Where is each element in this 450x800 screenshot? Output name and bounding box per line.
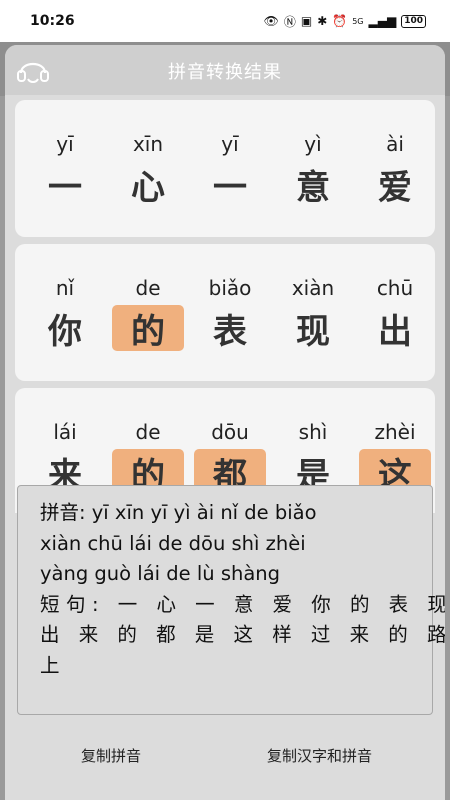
pinyin-text: xiàn [291, 276, 335, 300]
pinyin-text: yì [304, 132, 322, 156]
copy-pinyin-button[interactable]: 复制拼音 [81, 745, 141, 766]
result-line-sentence-2: 出 来 的 都 是 这 样 过 来 的 路 [40, 623, 445, 646]
bluetooth-icon: ✱ [317, 14, 328, 28]
hanzi-text: 爱 [378, 167, 412, 208]
hanzi-box: 一 [29, 161, 101, 208]
vibrate-icon: ▣ [300, 14, 313, 28]
result-text-box[interactable]: 拼音: yī xīn yī yì ài nǐ de biǎo xiàn chū … [17, 485, 445, 715]
sheet-header: 拼音转换结果 [5, 45, 445, 95]
signal-label: 5G [352, 16, 364, 26]
pinyin-text: de [135, 276, 161, 300]
pinyin-text: zhèi [374, 420, 416, 444]
hanzi-text: 意 [296, 167, 330, 208]
hanzi-box: 心 [112, 161, 184, 208]
pinyin-text: chū [376, 276, 414, 300]
status-time: 10:26 [30, 13, 75, 29]
result-line-pinyin-3: yàng guò lái de lù shàng [40, 562, 281, 585]
pinyin-text: dōu [211, 420, 249, 444]
hanzi-text: 的 [131, 311, 165, 352]
hanzi-highlight: 的 [112, 305, 184, 352]
result-sheet: 拼音转换结果 yī 一 xīn 心 yī 一 yì 意 ài 爱 nǐ 你 de 的 biǎo 表 xiàn 现 c… [5, 45, 445, 800]
hanzi-text: 一 [48, 167, 82, 208]
pinyin-text: xīn [132, 132, 164, 156]
hanzi-box: 出 [359, 305, 431, 352]
pinyin-text: de [135, 420, 161, 444]
hanzi-text: 现 [296, 311, 330, 352]
hanzi-text: 出 [378, 311, 412, 352]
status-icons: 👁 Ⓝ ▣ ✱ ⏰ 5G ▂▄▆ 100 [264, 13, 426, 30]
pinyin-text: nǐ [55, 276, 75, 300]
pinyin-text: lái [53, 420, 77, 444]
signal-icon: ▂▄▆ [368, 14, 397, 28]
copy-hanzi-pinyin-button[interactable]: 复制汉字和拼音 [267, 745, 372, 766]
hanzi-box: 一 [194, 161, 266, 208]
hanzi-box: 你 [29, 305, 101, 352]
nfc-icon: Ⓝ [283, 14, 296, 29]
hanzi-box: 现 [277, 305, 349, 352]
status-bar: 10:26 👁 Ⓝ ▣ ✱ ⏰ 5G ▂▄▆ 100 [0, 0, 450, 42]
result-line-pinyin-1: 拼音: yī xīn yī yì ài nǐ de biǎo [40, 501, 317, 524]
hanzi-box: 爱 [359, 161, 431, 208]
hanzi-box: 表 [194, 305, 266, 352]
hanzi-text: 心 [131, 167, 165, 208]
pinyin-text: shì [298, 420, 328, 444]
eye-icon: 👁 [263, 14, 279, 28]
hanzi-text: 一 [213, 167, 247, 208]
result-line-sentence-3: 上 [40, 653, 67, 677]
page-title: 拼音转换结果 [168, 62, 282, 83]
hanzi-box: 意 [277, 161, 349, 208]
battery-level: 100 [401, 14, 426, 28]
pinyin-text: biǎo [208, 276, 252, 300]
pinyin-card-list[interactable]: yī 一 xīn 心 yī 一 yì 意 ài 爱 nǐ 你 de 的 biǎo 表 xiàn 现 chū 出 lái 来… [5, 95, 445, 513]
action-buttons: 复制拼音 复制汉字和拼音 [5, 745, 445, 775]
pinyin-text: yī [221, 132, 239, 156]
hanzi-text: 你 [48, 311, 82, 352]
result-line-sentence-1: 短句: 一 心 一 意 爱 你 的 表 现 [40, 592, 445, 616]
pinyin-text: ài [386, 132, 404, 156]
pinyin-card: yī 一 xīn 心 yī 一 yì 意 ài 爱 [15, 100, 435, 237]
pinyin-card: nǐ 你 de 的 biǎo 表 xiàn 现 chū 出 [15, 244, 435, 381]
hanzi-text: 表 [213, 311, 247, 352]
result-line-pinyin-2: xiàn chū lái de dōu shì zhèi [40, 531, 306, 555]
pinyin-text: yī [56, 132, 74, 156]
alarm-icon: ⏰ [332, 14, 348, 28]
